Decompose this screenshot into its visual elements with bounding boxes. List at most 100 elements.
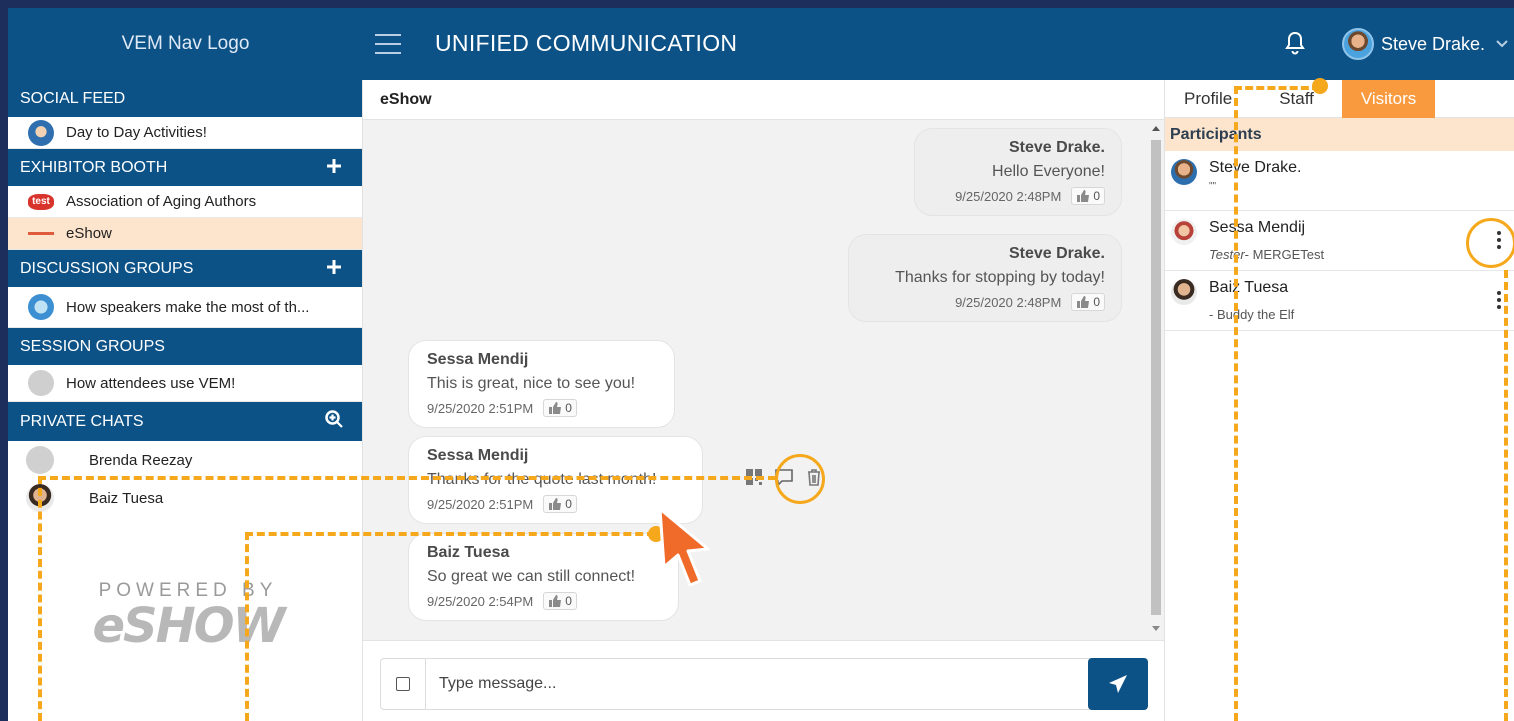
avatar [28,294,54,320]
send-icon [1109,675,1127,693]
scrollbar[interactable] [1148,120,1164,640]
like-button[interactable]: 0 [543,399,577,417]
highlight-guide-line [245,532,655,536]
hamburger-menu-icon[interactable] [375,34,401,54]
tab-bar: Profile Staff Visitors [1165,80,1514,118]
eshow-brand-logo: eSHOW [92,598,285,654]
sidebar-item-aging-authors[interactable]: test Association of Aging Authors [8,186,362,218]
thumbs-up-icon [1077,296,1090,308]
avatar [1171,219,1197,245]
section-discussion-groups[interactable]: DISCUSSION GROUPS [8,250,362,287]
app-window: VEM Nav Logo UNIFIED COMMUNICATION Steve… [8,8,1514,721]
thumbs-up-icon [549,402,562,414]
participant-subtitle: Tester- MERGETest [1209,247,1325,262]
section-private-chats[interactable]: PRIVATE CHATS [8,402,362,441]
participant-subtitle: - Buddy the Elf [1209,307,1295,322]
composer-checkbox[interactable] [381,659,426,709]
eshow-logo-icon [28,232,54,235]
powered-by-logo: POWERED BY eSHOW [68,580,308,654]
avatar [28,370,54,396]
like-button[interactable]: 0 [543,495,577,513]
message-bubble[interactable]: Baiz Tuesa So great we can still connect… [408,533,679,621]
message-time: 9/25/2020 2:51PM [427,496,534,512]
participant-name: Sessa Mendij [1209,219,1306,236]
message-text: Thanks for stopping by today! [895,269,1105,286]
message-time: 9/25/2020 2:48PM [955,188,1062,204]
sidebar-item-speakers[interactable]: How speakers make the most of th... [8,287,362,328]
participant-subtitle: "" [1209,181,1217,192]
sidebar-item-label: Association of Aging Authors [66,193,257,210]
zoom-in-icon[interactable] [324,409,344,429]
section-social-feed[interactable]: SOCIAL FEED [8,80,362,117]
message-input[interactable] [439,671,1029,697]
user-name: Steve Drake. [1381,33,1486,54]
private-chat-brenda[interactable]: Brenda Reezay [8,441,362,479]
avatar [26,446,54,474]
plus-icon[interactable] [324,156,344,176]
sidebar-item-eshow[interactable]: eShow [8,218,362,250]
message-time: 9/25/2020 2:54PM [427,593,534,609]
sidebar-item-day-to-day[interactable]: Day to Day Activities! [8,117,362,149]
message-bubble[interactable]: Sessa Mendij This is great, nice to see … [408,340,675,428]
message-author: Sessa Mendij [427,447,529,464]
bell-icon[interactable] [1283,30,1307,56]
avatar [1342,28,1374,60]
test-logo-icon: test [28,193,54,210]
section-heading: SESSION GROUPS [20,338,165,355]
highlight-ring [1466,218,1514,268]
nav-logo[interactable]: VEM Nav Logo [8,8,363,80]
page-title: UNIFIED COMMUNICATION [435,30,738,56]
message-bubble[interactable]: Steve Drake. Thanks for stopping by toda… [848,234,1122,322]
tab-visitors[interactable]: Visitors [1341,80,1436,118]
participant-row[interactable]: Steve Drake. "" [1165,151,1514,211]
chat-name: Baiz Tuesa [89,489,164,507]
message-text: Hello Everyone! [992,163,1105,180]
section-session-groups[interactable]: SESSION GROUPS [8,328,362,365]
participant-name: Baiz Tuesa [1209,279,1289,296]
message-text: So great we can still connect! [427,568,636,585]
like-button[interactable]: 0 [543,592,577,610]
message-text: This is great, nice to see you! [427,375,636,392]
plus-icon[interactable] [324,257,344,277]
message-author: Steve Drake. [1008,139,1105,156]
sidebar-item-label: How attendees use VEM! [66,374,236,392]
participant-row[interactable]: Sessa Mendij Tester- MERGETest [1165,211,1514,271]
scroll-down-arrow[interactable] [1152,626,1160,631]
sidebar-item-label: How speakers make the most of th... [66,298,310,316]
message-author: Sessa Mendij [427,351,529,368]
section-exhibitor-booth[interactable]: EXHIBITOR BOOTH [8,149,362,186]
message-time: 9/25/2020 2:51PM [427,400,534,416]
thumbs-up-icon [1077,190,1090,202]
top-bar: VEM Nav Logo UNIFIED COMMUNICATION Steve… [8,8,1514,80]
highlight-guide-line [1504,270,1508,721]
thumbs-up-icon [549,498,562,510]
avatar [1171,159,1197,185]
participant-name: Steve Drake. [1209,159,1302,176]
avatar [28,119,54,146]
more-options-icon[interactable] [1496,291,1502,313]
message-bubble[interactable]: Steve Drake. Hello Everyone! 9/25/2020 2… [914,128,1122,216]
send-button[interactable] [1088,658,1148,710]
like-button[interactable]: 0 [1071,187,1105,205]
scroll-up-arrow[interactable] [1152,126,1160,131]
participant-row[interactable]: Baiz Tuesa - Buddy the Elf [1165,271,1514,331]
scroll-thumb[interactable] [1151,140,1161,615]
highlight-guide-line [38,476,42,721]
sidebar-item-label: Day to Day Activities! [66,124,207,141]
thumbs-up-icon [549,595,562,607]
section-heading: DISCUSSION GROUPS [20,260,194,277]
section-heading: PRIVATE CHATS [20,413,144,430]
sidebar-item-attendees[interactable]: How attendees use VEM! [8,365,362,402]
chat-title: eShow [363,80,1164,120]
message-list: Steve Drake. Hello Everyone! 9/25/2020 2… [363,120,1148,640]
highlight-ring [775,454,825,504]
section-heading: SOCIAL FEED [20,90,126,107]
private-chat-baiz[interactable]: Baiz Tuesa [8,479,362,517]
user-menu[interactable]: Steve Drake. [1342,28,1509,60]
chat-panel: eShow Steve Drake. Hello Everyone! 9/25/… [363,80,1164,721]
message-composer [363,640,1164,721]
sidebar: SOCIAL FEED Day to Day Activities! EXHIB… [8,80,363,721]
like-button[interactable]: 0 [1071,293,1105,311]
highlight-guide-line [1234,86,1238,721]
chat-name: Brenda Reezay [89,451,193,469]
